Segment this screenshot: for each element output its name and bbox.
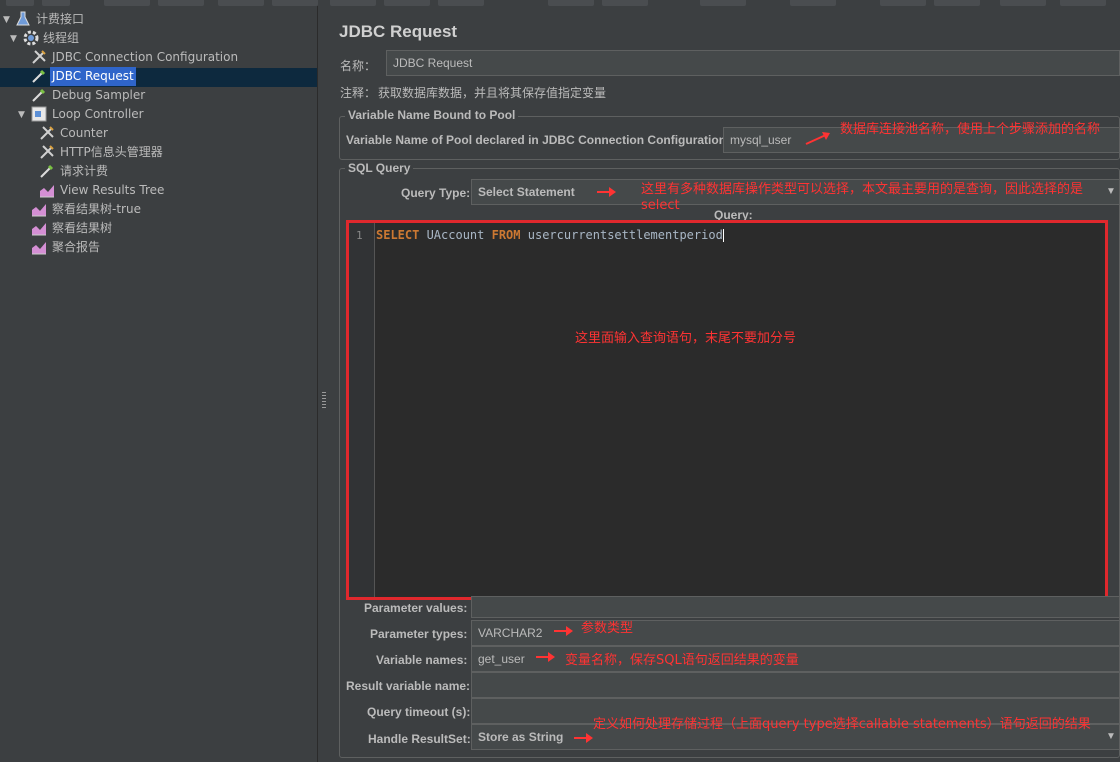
sql-group-title: SQL Query xyxy=(345,161,414,175)
sql-code-line[interactable]: SELECT UAccount FROM usercurrentsettleme… xyxy=(376,228,724,242)
tree-item-jdbc-request[interactable]: JDBC Request xyxy=(50,67,136,86)
expand-arrow-icon[interactable]: ▼ xyxy=(18,110,28,120)
sampler-pipette-icon xyxy=(38,162,56,180)
parameter-values-field[interactable] xyxy=(471,596,1120,618)
tree-item-test-plan[interactable]: 计费接口 xyxy=(34,10,86,29)
tree-item-debug-sampler[interactable]: Debug Sampler xyxy=(50,86,147,105)
name-field[interactable]: JDBC Request xyxy=(386,50,1120,76)
variable-names-annotation: 变量名称，保存SQL语句返回结果的变量 xyxy=(565,653,799,668)
tree-item-view-results-tree[interactable]: View Results Tree xyxy=(58,181,166,200)
tree-item-loop-controller[interactable]: Loop Controller xyxy=(50,105,146,124)
config-element-wrench-icon xyxy=(30,48,48,66)
thread-group-gear-icon xyxy=(22,29,40,47)
config-element-wrench-icon xyxy=(38,124,56,142)
sql-table: usercurrentsettlementperiod xyxy=(520,228,723,242)
line-number: 1 xyxy=(356,229,363,242)
name-label: 名称： xyxy=(340,59,377,73)
variable-names-label: Variable names: xyxy=(376,653,468,667)
logic-controller-icon xyxy=(30,105,48,123)
query-type-annotation: 这里有多种数据库操作类型可以选择，本文最主要用的是查询，因此选择的是select xyxy=(641,182,1084,213)
tree-item-results-tree-true[interactable]: 察看结果树-true xyxy=(50,200,143,219)
parameter-values-label: Parameter values: xyxy=(364,601,468,615)
parameter-types-label: Parameter types: xyxy=(370,627,468,641)
page-title: JDBC Request xyxy=(339,22,458,41)
panel-splitter[interactable] xyxy=(317,6,329,762)
line-number-gutter: 1 xyxy=(349,223,375,597)
listener-chart-icon xyxy=(30,219,48,237)
query-type-value: Select Statement xyxy=(478,185,575,199)
sampler-pipette-icon xyxy=(30,67,48,85)
annotation-arrow-icon xyxy=(574,733,593,743)
listener-chart-icon xyxy=(30,238,48,256)
expand-arrow-icon[interactable]: ▼ xyxy=(10,34,20,44)
sampler-pipette-icon xyxy=(30,86,48,104)
comment-label: 注释： xyxy=(340,86,377,100)
annotation-arrow-icon xyxy=(536,652,555,662)
pool-name-label: Variable Name of Pool declared in JDBC C… xyxy=(346,133,731,147)
handle-resultset-label: Handle ResultSet: xyxy=(368,732,471,746)
tree-item-jdbc-connection-configuration[interactable]: JDBC Connection Configuration xyxy=(50,48,240,67)
test-plan-tree[interactable]: ▼ 计费接口 ▼ 线程组 JDBC Connection Configurati… xyxy=(0,6,317,762)
sql-keyword-from: FROM xyxy=(491,228,521,242)
config-element-wrench-icon xyxy=(38,143,56,161)
annotation-arrow-icon xyxy=(597,187,616,197)
test-plan-flask-icon xyxy=(14,10,32,28)
jdbc-request-panel: JDBC Request 名称： JDBC Request 注释： 获取数据库数… xyxy=(330,6,1120,762)
tree-item-counter[interactable]: Counter xyxy=(58,124,110,143)
tree-item-aggregate-report[interactable]: 聚合报告 xyxy=(50,238,102,257)
query-type-label: Query Type: xyxy=(401,186,471,200)
chevron-down-icon[interactable]: ▼ xyxy=(1103,725,1119,749)
listener-chart-icon xyxy=(38,181,56,199)
handle-resultset-value: Store as String xyxy=(478,730,564,744)
pool-group-title: Variable Name Bound to Pool xyxy=(345,108,519,122)
editor-annotation: 这里面输入查询语句，末尾不要加分号 xyxy=(575,331,797,346)
tree-item-results-tree[interactable]: 察看结果树 xyxy=(50,219,114,238)
comment-field[interactable]: 获取数据库数据，并且将其保存值指定变量 xyxy=(378,84,606,101)
handle-resultset-annotation: 定义如何处理存储过程（上面query type选择callable statem… xyxy=(593,717,1091,732)
annotation-arrow-icon xyxy=(805,132,830,145)
tree-item-http-header-manager[interactable]: HTTP信息头管理器 xyxy=(58,143,165,162)
annotation-arrow-icon xyxy=(554,626,573,636)
listener-chart-icon xyxy=(30,200,48,218)
text-caret xyxy=(722,229,724,242)
pool-annotation: 数据库连接池名称，使用上个步骤添加的名称 xyxy=(840,122,1101,137)
tree-item-billing-request[interactable]: 请求计费 xyxy=(58,162,110,181)
sql-column: UAccount xyxy=(419,228,492,242)
expand-arrow-icon[interactable]: ▼ xyxy=(3,15,13,25)
tree-item-thread-group[interactable]: 线程组 xyxy=(41,29,81,48)
query-timeout-label: Query timeout (s): xyxy=(367,705,471,719)
result-variable-name-field[interactable] xyxy=(471,672,1120,698)
parameter-types-annotation: 参数类型 xyxy=(581,621,634,636)
sql-query-editor[interactable]: 1 SELECT UAccount FROM usercurrentsettle… xyxy=(346,220,1108,600)
result-variable-name-label: Result variable name: xyxy=(346,679,471,693)
sql-keyword-select: SELECT xyxy=(376,228,420,242)
splitter-grip-icon[interactable] xyxy=(322,392,326,410)
